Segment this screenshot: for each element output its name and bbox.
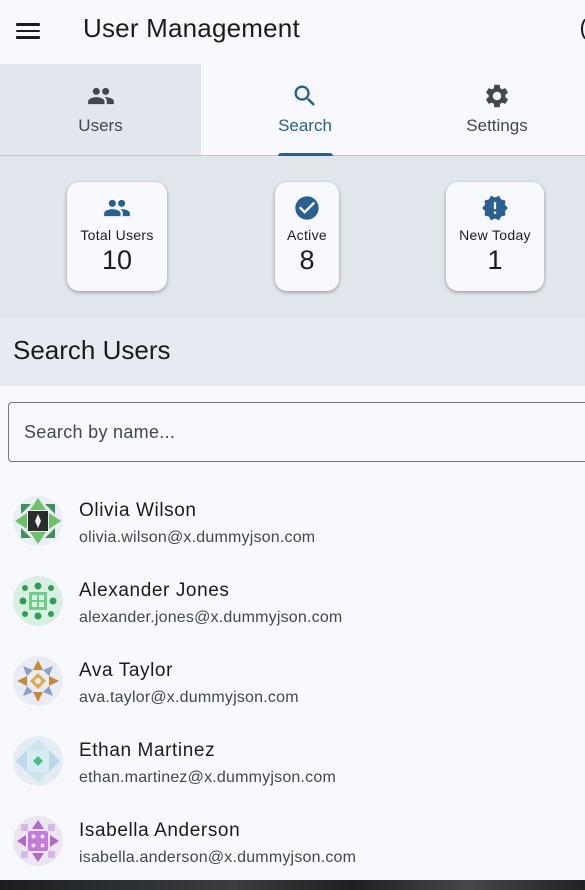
new-badge-icon bbox=[482, 195, 508, 221]
tab-users-label: Users bbox=[78, 116, 123, 135]
list-item[interactable]: Isabella Anderson isabella.anderson@x.du… bbox=[0, 801, 585, 881]
user-email: olivia.wilson@x.dummyjson.com bbox=[79, 529, 316, 546]
app-bar: User Management bbox=[0, 0, 585, 64]
search-field[interactable] bbox=[8, 402, 585, 462]
user-name: Alexander Jones bbox=[79, 580, 230, 601]
tab-users[interactable]: Users bbox=[0, 64, 201, 155]
avatar bbox=[13, 816, 63, 866]
search-section-header: Search Users bbox=[0, 317, 585, 386]
stat-card-total-users: Total Users 10 bbox=[67, 182, 167, 291]
list-item[interactable]: Olivia Wilson olivia.wilson@x.dummyjson.… bbox=[0, 481, 585, 561]
user-name: Olivia Wilson bbox=[79, 500, 197, 521]
search-input[interactable] bbox=[9, 403, 585, 461]
page-title: User Management bbox=[83, 13, 300, 43]
search-icon bbox=[294, 85, 315, 106]
avatar bbox=[13, 736, 63, 786]
tab-settings[interactable]: Settings bbox=[409, 64, 585, 155]
tab-search-label: Search bbox=[278, 116, 332, 135]
user-name: Ava Taylor bbox=[79, 660, 174, 681]
overflow-icon[interactable] bbox=[581, 18, 585, 40]
people-icon bbox=[87, 87, 114, 105]
tab-bar: Users Search Settings bbox=[0, 64, 585, 156]
user-email: ethan.martinez@x.dummyjson.com bbox=[79, 769, 336, 786]
avatar bbox=[13, 576, 63, 626]
bottom-edge-strip bbox=[0, 880, 585, 890]
stats-panel: Total Users 10 Active 8 New Today 1 bbox=[0, 156, 585, 317]
user-name: Isabella Anderson bbox=[79, 820, 241, 841]
stat-value: 8 bbox=[299, 245, 315, 275]
menu-icon[interactable] bbox=[16, 20, 40, 44]
check-circle-icon bbox=[295, 196, 319, 220]
stat-value: 1 bbox=[487, 245, 503, 275]
stat-label: Active bbox=[287, 227, 327, 243]
stat-card-active: Active 8 bbox=[275, 182, 339, 291]
tab-settings-label: Settings bbox=[466, 116, 528, 135]
user-email: isabella.anderson@x.dummyjson.com bbox=[79, 849, 357, 866]
tab-search[interactable]: Search bbox=[201, 64, 409, 156]
gear-icon bbox=[486, 84, 508, 108]
stat-label: New Today bbox=[459, 227, 531, 243]
list-item[interactable]: Ethan Martinez ethan.martinez@x.dummyjso… bbox=[0, 721, 585, 801]
stat-card-new-today: New Today 1 bbox=[446, 182, 544, 291]
list-item[interactable]: Ava Taylor ava.taylor@x.dummyjson.com bbox=[0, 641, 585, 721]
people-icon bbox=[104, 199, 130, 217]
avatar bbox=[13, 496, 63, 546]
section-title: Search Users bbox=[13, 335, 171, 365]
list-item[interactable]: Alexander Jones alexander.jones@x.dummyj… bbox=[0, 561, 585, 641]
user-email: ava.taylor@x.dummyjson.com bbox=[79, 689, 299, 706]
user-email: alexander.jones@x.dummyjson.com bbox=[79, 609, 343, 626]
user-name: Ethan Martinez bbox=[79, 740, 216, 761]
user-list: Olivia Wilson olivia.wilson@x.dummyjson.… bbox=[0, 481, 585, 881]
stat-label: Total Users bbox=[80, 227, 154, 243]
avatar bbox=[13, 656, 63, 706]
stat-value: 10 bbox=[101, 245, 133, 275]
